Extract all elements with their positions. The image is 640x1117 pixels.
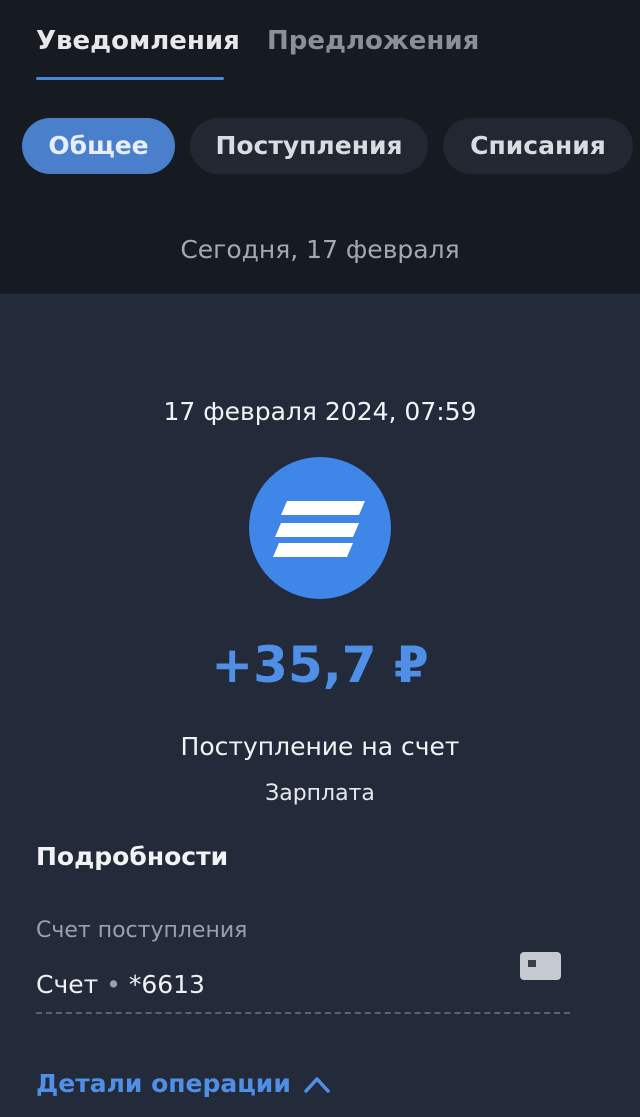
account-number: *6613 <box>128 970 205 999</box>
details-section-title: Подробности <box>36 842 229 871</box>
filter-chip-incoming[interactable]: Поступления <box>190 118 428 174</box>
operation-type: Поступление на счет <box>180 732 460 761</box>
account-field-label: Счет поступления <box>36 918 248 943</box>
field-divider <box>36 1012 570 1014</box>
chevron-up-icon[interactable] <box>302 1073 332 1099</box>
operation-datetime: 17 февраля 2024, 07:59 <box>163 397 477 426</box>
operation-category: Зарплата <box>265 781 375 806</box>
operation-amount: +35,7 ₽ <box>211 636 429 694</box>
tab-offers[interactable]: Предложения <box>267 24 479 58</box>
card-chip-mark <box>528 960 536 967</box>
operation-details-link[interactable]: Детали операции <box>36 1066 291 1102</box>
card-icon <box>520 952 561 980</box>
filter-chip-outgoing[interactable]: Списания <box>443 118 633 174</box>
account-separator: • <box>106 970 121 999</box>
account-field-value: Счет • *6613 <box>36 967 205 1003</box>
active-tab-indicator <box>36 77 224 80</box>
bank-logo-icon <box>249 457 391 599</box>
top-panel: Уведомления Предложения Общее Поступлени… <box>0 0 640 294</box>
filter-chip-general[interactable]: Общее <box>22 118 175 174</box>
date-group-header: Сегодня, 17 февраля <box>180 235 460 264</box>
tab-notifications[interactable]: Уведомления <box>36 24 240 58</box>
account-name: Счет <box>36 970 99 999</box>
